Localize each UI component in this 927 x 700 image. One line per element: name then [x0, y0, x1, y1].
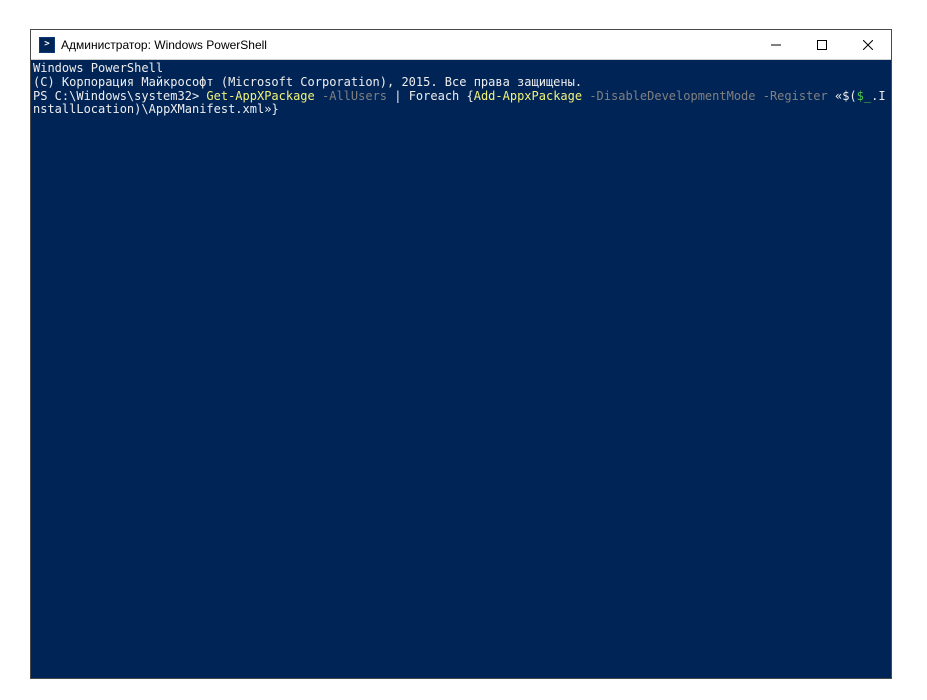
cmdlet: Add-AppxPackage [474, 89, 582, 103]
brace: } [271, 102, 278, 116]
powershell-icon [39, 37, 55, 53]
path-text: \AppXManifest.xml [141, 102, 264, 116]
parameter: -DisableDevelopmentMode [582, 89, 755, 103]
cmdlet: Get-AppXPackage [206, 89, 314, 103]
subexpr: $( [842, 89, 856, 103]
terminal-output[interactable]: Windows PowerShell(C) Корпорация Майкрос… [31, 60, 891, 678]
titlebar[interactable]: Администратор: Windows PowerShell [31, 30, 891, 60]
window-title: Администратор: Windows PowerShell [61, 38, 753, 52]
close-button[interactable] [845, 30, 891, 59]
terminal-line: (C) Корпорация Майкрософт (Microsoft Cor… [33, 76, 891, 90]
window-controls [753, 30, 891, 59]
minimize-button[interactable] [753, 30, 799, 59]
prompt: PS C:\Windows\system32> [33, 89, 206, 103]
terminal-line: Windows PowerShell [33, 62, 891, 76]
maximize-button[interactable] [799, 30, 845, 59]
parameter: -AllUsers [315, 89, 387, 103]
terminal-command-line: PS C:\Windows\system32> Get-AppXPackage … [33, 90, 891, 118]
quote: « [828, 89, 842, 103]
variable: $_ [857, 89, 871, 103]
brace: { [459, 89, 473, 103]
parameter: -Register [756, 89, 828, 103]
pipe: | [387, 89, 409, 103]
keyword: Foreach [409, 89, 460, 103]
powershell-window: Администратор: Windows PowerShell Window… [30, 29, 892, 679]
